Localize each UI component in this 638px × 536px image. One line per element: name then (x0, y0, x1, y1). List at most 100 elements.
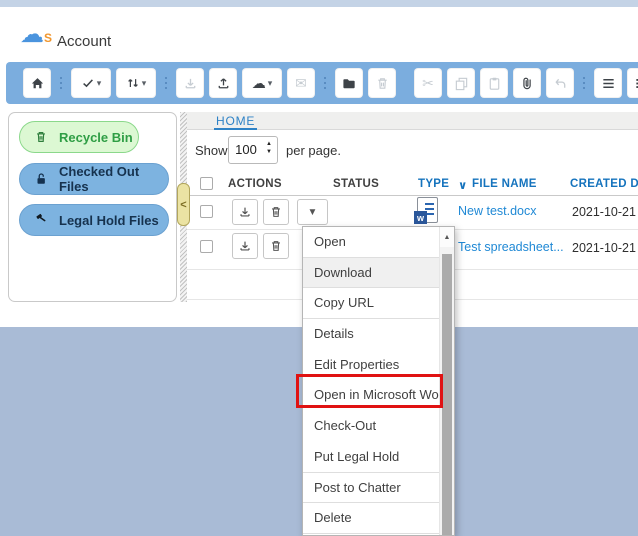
upload-icon (216, 76, 231, 91)
envelope-icon: ✉ (295, 76, 307, 90)
menu-item-put-legal-hold[interactable]: Put Legal Hold (303, 442, 439, 473)
download-button[interactable] (176, 68, 204, 98)
scissors-icon: ✂ (422, 76, 434, 90)
upload-button[interactable] (209, 68, 237, 98)
column-header-file-name[interactable]: FILE NAME (472, 178, 537, 190)
chevron-left-icon: < (180, 199, 186, 211)
sidebar-item-legal-hold-files[interactable]: Legal Hold Files (19, 204, 169, 236)
detail-list-icon (634, 76, 638, 91)
created-date: 2021-10-21 1 (572, 241, 638, 255)
app-header: ☁ S Account (0, 7, 638, 60)
sidebar-collapse-handle[interactable]: < (177, 183, 190, 226)
file-toolbar: ▾ ▾ ☁ ▾ ✉ ✂ (6, 62, 638, 104)
cloud-download-button[interactable]: ☁ ▾ (242, 68, 282, 98)
folder-button[interactable] (335, 68, 363, 98)
cloud-logo-icon: ☁ (20, 21, 44, 48)
home-button[interactable] (23, 68, 51, 98)
page-size-value: 100 (229, 137, 263, 163)
copy-icon (454, 76, 469, 91)
word-badge: w (414, 211, 427, 224)
cloud-icon: ☁ (252, 76, 266, 90)
undo-button[interactable] (546, 68, 574, 98)
row-delete-button[interactable] (263, 199, 289, 225)
sidebar-item-checked-out-files[interactable]: Checked Out Files (19, 163, 169, 195)
trash-icon (269, 205, 283, 219)
paperclip-icon (520, 76, 535, 91)
menu-item-edit-properties[interactable]: Edit Properties (303, 350, 439, 381)
scrollbar-up-icon[interactable]: ▲ (440, 227, 454, 247)
spinner-up-icon[interactable]: ▲ (266, 141, 272, 147)
list-view-button[interactable] (594, 68, 622, 98)
column-header-type[interactable]: TYPE (418, 178, 449, 190)
sort-dropdown-button[interactable]: ▾ (116, 68, 156, 98)
file-name-link[interactable]: Test spreadsheet... (458, 240, 564, 254)
paste-button[interactable] (480, 68, 508, 98)
select-all-checkbox[interactable] (200, 177, 213, 190)
trash-icon (375, 76, 390, 91)
row-checkbox[interactable] (200, 240, 213, 253)
menu-item-copy-url[interactable]: Copy URL (303, 288, 439, 319)
browser-edge-strip (0, 0, 638, 7)
row-delete-button[interactable] (263, 233, 289, 259)
column-header-status: STATUS (333, 178, 379, 190)
download-icon (183, 76, 198, 91)
breadcrumb-bar: HOME (187, 112, 638, 130)
row-checkbox[interactable] (200, 205, 213, 218)
row-download-button[interactable] (232, 199, 258, 225)
menu-scrollbar[interactable]: ▲ (439, 227, 454, 535)
copy-button[interactable] (447, 68, 475, 98)
sidebar-item-recycle-bin[interactable]: Recycle Bin (19, 121, 139, 153)
menu-item-download[interactable]: Download (303, 258, 439, 289)
sort-arrows-icon (126, 76, 140, 90)
menu-item-open-in-microsoft-word[interactable]: Open in Microsoft Word (303, 380, 439, 411)
row-download-button[interactable] (232, 233, 258, 259)
trash-icon (269, 239, 283, 253)
tab-home[interactable]: HOME (214, 113, 257, 130)
table-header-divider (187, 195, 638, 196)
toolbar-separator (579, 77, 589, 89)
menu-item-open[interactable]: Open (303, 227, 439, 258)
link-button[interactable] (513, 68, 541, 98)
app-logo: ☁ S (20, 24, 50, 46)
list-icon (601, 76, 616, 91)
sidebar-item-label: Legal Hold Files (59, 213, 159, 228)
scrollbar-thumb[interactable] (442, 254, 452, 535)
email-button[interactable]: ✉ (287, 68, 315, 98)
row-actions-menu-button[interactable]: ▼ (297, 199, 328, 225)
menu-item-details[interactable]: Details (303, 319, 439, 350)
sidebar-item-label: Recycle Bin (59, 130, 133, 145)
sidebar-item-label: Checked Out Files (59, 164, 168, 194)
spinner-down-icon[interactable]: ▼ (266, 149, 272, 155)
trash-icon (34, 130, 48, 144)
menu-item-post-to-chatter[interactable]: Post to Chatter (303, 473, 439, 504)
sort-chevron-icon: ∨ (458, 178, 468, 192)
menu-item-delete[interactable]: Delete (303, 503, 439, 534)
caret-down-icon: ▼ (308, 207, 318, 218)
home-icon (30, 76, 45, 91)
screen: ☁ S Account ▾ ▾ ☁ ▾ ✉ (0, 0, 638, 536)
logo-s-letter: S (44, 31, 52, 45)
file-name-link[interactable]: New test.docx (458, 204, 537, 218)
per-page-label: per page. (286, 143, 341, 158)
column-header-created[interactable]: CREATED DA (570, 178, 638, 190)
delete-button[interactable] (368, 68, 396, 98)
undo-arrow-icon (553, 76, 568, 91)
clipboard-icon (487, 76, 502, 91)
toolbar-separator (161, 77, 171, 89)
page-size-stepper[interactable]: 100 ▲ ▼ (228, 136, 278, 164)
select-dropdown-button[interactable]: ▾ (71, 68, 111, 98)
column-header-actions: ACTIONS (228, 178, 282, 190)
download-icon (238, 239, 252, 253)
check-icon (81, 76, 95, 90)
toolbar-separator (56, 77, 66, 89)
chevron-down-icon: ▾ (268, 79, 273, 88)
menu-item-check-out[interactable]: Check-Out (303, 411, 439, 442)
chevron-down-icon: ▾ (97, 79, 102, 88)
word-file-icon: w (417, 197, 438, 223)
detail-view-button[interactable] (627, 68, 638, 98)
gavel-icon (34, 213, 48, 227)
cut-button[interactable]: ✂ (414, 68, 442, 98)
page-title: Account (57, 33, 111, 50)
show-label: Show (195, 143, 228, 158)
row-actions-context-menu: Open Download Copy URL Details Edit Prop… (302, 226, 455, 536)
